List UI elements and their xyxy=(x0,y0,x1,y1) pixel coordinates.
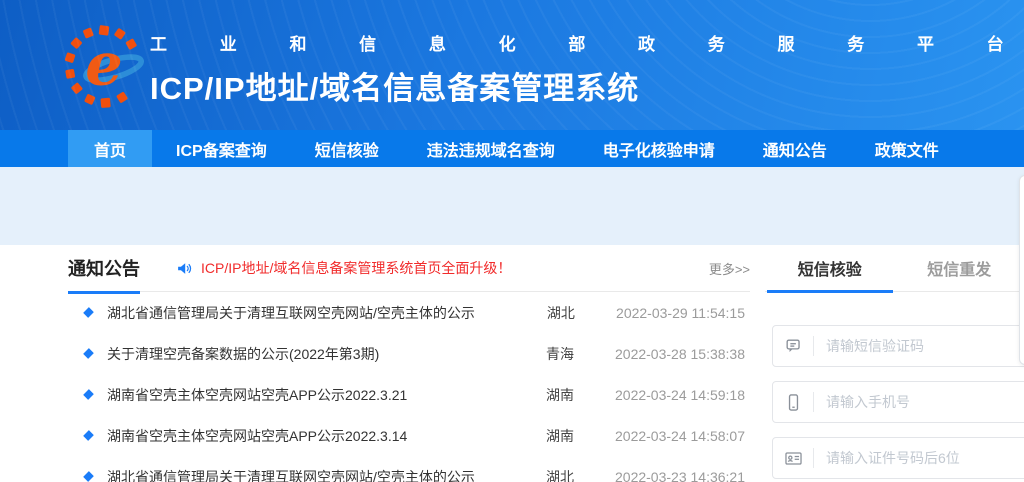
announcement-row[interactable]: 湖北省通信管理局关于清理互联网空壳网站/空壳主体的公示 湖北 2022-03-2… xyxy=(68,292,750,333)
diamond-bullet-icon xyxy=(83,389,94,400)
sms-icon xyxy=(773,337,813,356)
nav-item-policy-files[interactable]: 政策文件 xyxy=(851,130,963,167)
announcement-province: 湖北 xyxy=(546,467,615,482)
nav-item-announcements[interactable]: 通知公告 xyxy=(739,130,851,167)
announcements-section: 通知公告 ICP/IP地址/域名信息备案管理系统首页全面升级！ 更多>> 湖北省… xyxy=(68,245,750,482)
announcement-datetime: 2022-03-28 15:38:38 xyxy=(615,346,745,362)
announcements-header: 通知公告 ICP/IP地址/域名信息备案管理系统首页全面升级！ 更多>> xyxy=(68,245,750,292)
announcement-row[interactable]: 湖南省空壳主体空壳网站空壳APP公示2022.3.21 湖南 2022-03-2… xyxy=(68,374,750,415)
diamond-bullet-icon xyxy=(83,430,94,441)
headline-notice[interactable]: ICP/IP地址/域名信息备案管理系统首页全面升级！ xyxy=(176,258,511,278)
platform-title: 工 业 和 信 息 化 部 政 务 服 务 平 台 xyxy=(150,30,1024,55)
id-number-field xyxy=(772,437,1024,479)
announcement-province: 青海 xyxy=(546,344,615,364)
verify-tabs: 短信核验 短信重发 xyxy=(765,245,1024,292)
diamond-bullet-icon xyxy=(83,307,94,318)
sms-code-input[interactable] xyxy=(814,326,1024,366)
sms-verify-panel: 短信核验 短信重发 xyxy=(765,245,1024,292)
announcement-datetime: 2022-03-24 14:58:07 xyxy=(615,428,745,444)
announcement-province: 湖南 xyxy=(546,426,615,446)
nav-item-icp-query[interactable]: ICP备案查询 xyxy=(152,130,291,167)
nav-item-illegal-domain-query[interactable]: 违法违规域名查询 xyxy=(403,130,579,167)
svg-text:e: e xyxy=(85,30,122,99)
nav-item-sms-verify[interactable]: 短信核验 xyxy=(291,130,403,167)
announcement-title: 关于清理空壳备案数据的公示(2022年第3期) xyxy=(107,344,501,364)
announcement-datetime: 2022-03-29 11:54:15 xyxy=(616,305,745,321)
announcement-datetime: 2022-03-24 14:59:18 xyxy=(615,387,745,403)
diamond-bullet-icon xyxy=(83,471,94,482)
speaker-icon xyxy=(176,260,193,277)
phone-number-field xyxy=(772,381,1024,423)
tab-sms-resend[interactable]: 短信重发 xyxy=(895,245,1024,291)
site-header: e 工 业 和 信 息 化 部 政 务 服 务 平 台 ICP/IP地址/域名信… xyxy=(0,0,1024,130)
announcement-datetime: 2022-03-23 14:36:21 xyxy=(615,469,745,482)
floating-side-widget[interactable] xyxy=(1019,175,1024,365)
headline-text: ICP/IP地址/域名信息备案管理系统首页全面升级！ xyxy=(201,258,511,278)
announcement-title: 湖北省通信管理局关于清理互联网空壳网站/空壳主体的公示 xyxy=(107,467,501,482)
mobile-phone-icon xyxy=(773,393,813,412)
announcement-title: 湖南省空壳主体空壳网站空壳APP公示2022.3.14 xyxy=(107,426,501,446)
search-band: 搜索 xyxy=(0,167,1024,245)
announcement-row[interactable]: 湖南省空壳主体空壳网站空壳APP公示2022.3.14 湖南 2022-03-2… xyxy=(68,415,750,456)
miit-gear-e-logo-icon: e xyxy=(64,24,144,110)
nav-item-e-verification-apply[interactable]: 电子化核验申请 xyxy=(579,130,739,167)
announcement-province: 湖北 xyxy=(547,303,616,323)
main-nav: 首页 ICP备案查询 短信核验 违法违规域名查询 电子化核验申请 通知公告 政策… xyxy=(0,130,1024,167)
phone-number-input[interactable] xyxy=(814,382,1024,422)
nav-item-home[interactable]: 首页 xyxy=(68,130,152,167)
id-number-input[interactable] xyxy=(814,438,1024,478)
announcement-row[interactable]: 湖北省通信管理局关于清理互联网空壳网站/空壳主体的公示 湖北 2022-03-2… xyxy=(68,456,750,482)
sms-code-field xyxy=(772,325,1024,367)
announcements-title: 通知公告 xyxy=(68,245,140,292)
announcement-province: 湖南 xyxy=(546,385,615,405)
announcement-title: 湖北省通信管理局关于清理互联网空壳网站/空壳主体的公示 xyxy=(107,303,502,323)
tab-sms-verify[interactable]: 短信核验 xyxy=(765,245,895,291)
system-title: ICP/IP地址/域名信息备案管理系统 xyxy=(150,63,1024,108)
more-link[interactable]: 更多>> xyxy=(709,259,750,278)
id-card-icon xyxy=(773,449,813,468)
diamond-bullet-icon xyxy=(83,348,94,359)
content-area: 通知公告 ICP/IP地址/域名信息备案管理系统首页全面升级！ 更多>> 湖北省… xyxy=(0,245,1024,482)
announcement-row[interactable]: 关于清理空壳备案数据的公示(2022年第3期) 青海 2022-03-28 15… xyxy=(68,333,750,374)
announcement-title: 湖南省空壳主体空壳网站空壳APP公示2022.3.21 xyxy=(107,385,501,405)
